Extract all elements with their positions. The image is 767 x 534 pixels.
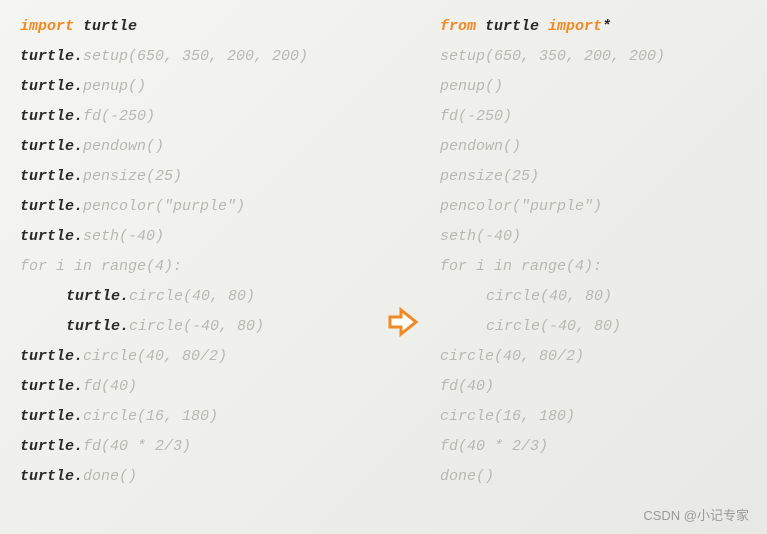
code-line: penup() (440, 72, 747, 102)
module-name: turtle (485, 18, 548, 35)
module-name: turtle (83, 18, 137, 35)
code-line: fd(-250) (440, 102, 747, 132)
code-line: pencolor("purple") (440, 192, 747, 222)
code-line: turtle.penup() (20, 72, 370, 102)
code-line: circle(-40, 80) (440, 312, 747, 342)
code-line: circle(40, 80/2) (440, 342, 747, 372)
code-line: turtle.fd(40) (20, 372, 370, 402)
code-right-column: from turtle import* setup(650, 350, 200,… (434, 12, 747, 522)
code-line: circle(16, 180) (440, 402, 747, 432)
code-line: from turtle import* (440, 12, 747, 42)
keyword-import: import (20, 18, 83, 35)
code-line: circle(40, 80) (440, 282, 747, 312)
code-line: done() (440, 462, 747, 492)
code-line: turtle.done() (20, 462, 370, 492)
code-line: turtle.circle(40, 80) (20, 282, 370, 312)
arrow-separator (384, 12, 420, 522)
code-line: fd(40 * 2/3) (440, 432, 747, 462)
code-line: turtle.pencolor("purple") (20, 192, 370, 222)
code-line: turtle.fd(40 * 2/3) (20, 432, 370, 462)
code-left-column: import turtle turtle.setup(650, 350, 200… (20, 12, 370, 522)
code-line: turtle.pendown() (20, 132, 370, 162)
code-line: setup(650, 350, 200, 200) (440, 42, 747, 72)
code-line: pensize(25) (440, 162, 747, 192)
code-line: pendown() (440, 132, 747, 162)
code-line: for i in range(4): (440, 252, 747, 282)
code-line: turtle.pensize(25) (20, 162, 370, 192)
code-line: fd(40) (440, 372, 747, 402)
code-line: turtle.fd(-250) (20, 102, 370, 132)
code-line: for i in range(4): (20, 252, 370, 282)
arrow-right-icon (386, 306, 418, 338)
code-line: turtle.circle(16, 180) (20, 402, 370, 432)
keyword-import: import (548, 18, 602, 35)
code-line: turtle.setup(650, 350, 200, 200) (20, 42, 370, 72)
watermark: CSDN @小记专家 (643, 505, 749, 524)
code-line: turtle.circle(-40, 80) (20, 312, 370, 342)
code-comparison: import turtle turtle.setup(650, 350, 200… (20, 12, 747, 522)
keyword-from: from (440, 18, 485, 35)
code-line: import turtle (20, 12, 370, 42)
code-line: turtle.seth(-40) (20, 222, 370, 252)
code-line: turtle.circle(40, 80/2) (20, 342, 370, 372)
code-line: seth(-40) (440, 222, 747, 252)
